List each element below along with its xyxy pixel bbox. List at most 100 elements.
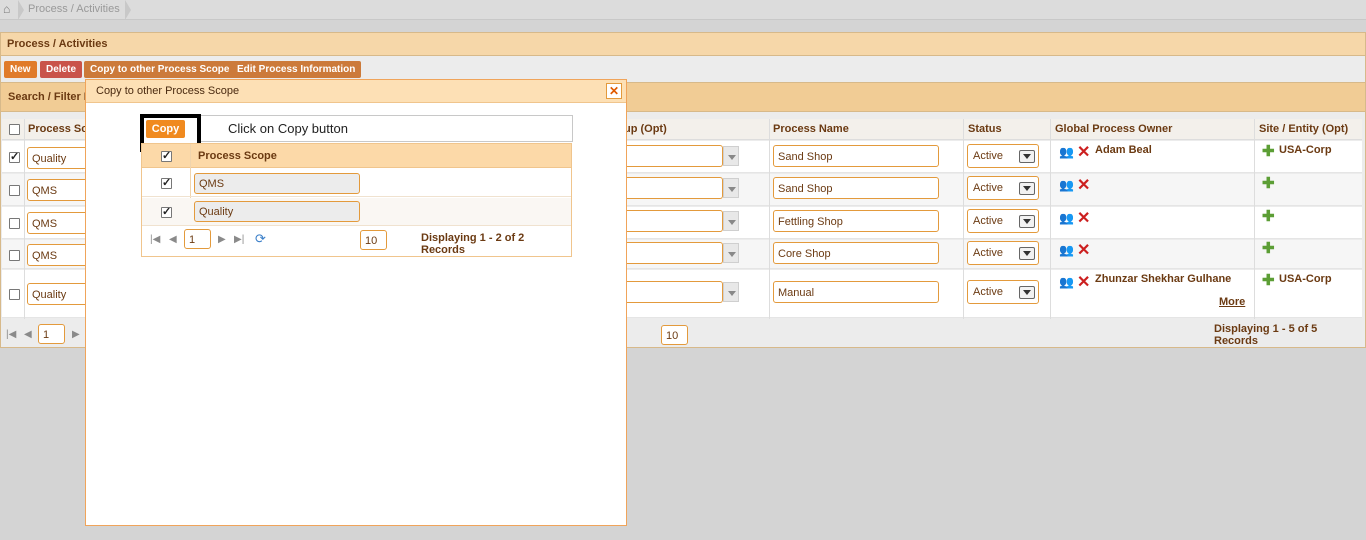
column-divider: [1050, 119, 1051, 319]
refresh-icon[interactable]: ⟳: [255, 231, 266, 247]
first-page-icon[interactable]: |◀: [150, 234, 160, 245]
col-process-group[interactable]: up (Opt): [624, 123, 667, 135]
column-divider: [1254, 119, 1255, 319]
add-site-icon[interactable]: ✚: [1262, 273, 1275, 288]
home-icon[interactable]: ⌂: [3, 3, 15, 15]
close-icon[interactable]: ✕: [606, 83, 622, 99]
process-name-field[interactable]: Fettling Shop: [773, 210, 939, 232]
more-link[interactable]: More: [1219, 296, 1245, 308]
page-number-input[interactable]: 1: [184, 229, 211, 249]
breadcrumb-separator: [125, 0, 131, 20]
first-page-icon[interactable]: |◀: [6, 329, 16, 340]
chevron-down-icon[interactable]: [1019, 286, 1035, 299]
next-page-icon[interactable]: ▶: [72, 329, 80, 340]
row-checkbox[interactable]: [9, 150, 20, 163]
page-size-input[interactable]: 10: [661, 325, 688, 345]
copy-scope-dialog: Copy to other Process Scope ✕ Copy Click…: [85, 79, 627, 526]
status-select[interactable]: Active: [967, 280, 1039, 304]
status-value: Active: [973, 247, 1003, 259]
process-name-field[interactable]: Core Shop: [773, 242, 939, 264]
site-name: USA-Corp: [1279, 273, 1332, 285]
status-select[interactable]: Active: [967, 144, 1039, 168]
process-group-dropdown[interactable]: [723, 243, 739, 263]
breadcrumb-separator: [18, 0, 24, 20]
instruction-text: Click on Copy button: [228, 121, 348, 136]
process-group-field[interactable]: [622, 145, 723, 167]
last-page-icon[interactable]: ▶|: [234, 234, 244, 245]
page-size-input[interactable]: 10: [360, 230, 387, 250]
process-group-field[interactable]: [622, 177, 723, 199]
dialog-title: Copy to other Process Scope: [96, 85, 240, 97]
dialog-header: Copy to other Process Scope ✕: [86, 80, 626, 103]
remove-owner-icon[interactable]: ✕: [1077, 275, 1090, 291]
column-divider: [963, 119, 964, 319]
edit-process-info-button[interactable]: Edit Process Information: [231, 61, 362, 78]
chevron-down-icon[interactable]: [1019, 247, 1035, 260]
list-item[interactable]: Quality: [142, 198, 571, 226]
copy-button[interactable]: Copy: [146, 120, 185, 138]
col-process-name[interactable]: Process Name: [773, 123, 849, 135]
add-owner-icon[interactable]: 👥: [1059, 276, 1074, 289]
copy-to-scope-button[interactable]: Copy to other Process Scope: [84, 61, 236, 78]
select-all-checkbox[interactable]: [9, 124, 20, 135]
col-process-scope[interactable]: Process Scope: [198, 150, 277, 162]
col-global-process-owner[interactable]: Global Process Owner: [1055, 123, 1172, 135]
chevron-down-icon[interactable]: [1019, 150, 1035, 163]
remove-owner-icon[interactable]: ✕: [1077, 243, 1090, 259]
column-divider: [24, 119, 25, 319]
col-site-entity[interactable]: Site / Entity (Opt): [1259, 123, 1348, 135]
site-name: USA-Corp: [1279, 144, 1332, 156]
process-group-field[interactable]: [622, 210, 723, 232]
owner-name: Adam Beal: [1095, 144, 1152, 156]
col-status[interactable]: Status: [968, 123, 1002, 135]
row-checkbox[interactable]: [9, 185, 20, 196]
breadcrumb-path[interactable]: Process / Activities: [28, 3, 120, 15]
owner-name: Zhunzar Shekhar Gulhane: [1095, 273, 1232, 285]
next-page-icon[interactable]: ▶: [218, 234, 226, 245]
add-site-icon[interactable]: ✚: [1262, 176, 1275, 191]
status-select[interactable]: Active: [967, 209, 1039, 233]
add-owner-icon[interactable]: 👥: [1059, 179, 1074, 192]
page-number-input[interactable]: 1: [38, 324, 65, 344]
scope-checkbox[interactable]: [161, 176, 172, 189]
status-select[interactable]: Active: [967, 176, 1039, 200]
remove-owner-icon[interactable]: ✕: [1077, 178, 1090, 194]
new-button[interactable]: New: [4, 61, 37, 78]
add-site-icon[interactable]: ✚: [1262, 144, 1275, 159]
process-name-field[interactable]: Manual: [773, 281, 939, 303]
remove-owner-icon[interactable]: ✕: [1077, 211, 1090, 227]
process-group-dropdown[interactable]: [723, 211, 739, 231]
add-owner-icon[interactable]: 👥: [1059, 146, 1074, 159]
row-checkbox[interactable]: [9, 289, 20, 300]
remove-owner-icon[interactable]: ✕: [1077, 145, 1090, 161]
panel-title: Process / Activities: [7, 38, 108, 50]
prev-page-icon[interactable]: ◀: [24, 329, 32, 340]
add-owner-icon[interactable]: 👥: [1059, 212, 1074, 225]
process-group-field[interactable]: [622, 281, 723, 303]
list-item[interactable]: QMS: [142, 169, 571, 197]
breadcrumb: ⌂ Process / Activities: [0, 0, 1366, 20]
add-owner-icon[interactable]: 👥: [1059, 244, 1074, 257]
chevron-down-icon[interactable]: [1019, 182, 1035, 195]
scope-grid: Process Scope QMS Quality |◀ ◀ 1 ▶ ▶| ⟳ …: [141, 143, 572, 257]
scope-checkbox[interactable]: [161, 205, 172, 218]
row-checkbox[interactable]: [9, 250, 20, 261]
status-value: Active: [973, 286, 1003, 298]
col-process-scope[interactable]: Process Sc: [28, 123, 87, 135]
process-group-dropdown[interactable]: [723, 146, 739, 166]
scope-grid-header: Process Scope: [142, 144, 571, 168]
process-group-dropdown[interactable]: [723, 178, 739, 198]
chevron-down-icon[interactable]: [1019, 215, 1035, 228]
row-checkbox[interactable]: [9, 218, 20, 229]
status-select[interactable]: Active: [967, 241, 1039, 265]
process-group-field[interactable]: [622, 242, 723, 264]
process-name-field[interactable]: Sand Shop: [773, 177, 939, 199]
add-site-icon[interactable]: ✚: [1262, 209, 1275, 224]
delete-button[interactable]: Delete: [40, 61, 83, 78]
select-all-scopes-checkbox[interactable]: [161, 149, 172, 162]
process-group-dropdown[interactable]: [723, 282, 739, 302]
process-name-field[interactable]: Sand Shop: [773, 145, 939, 167]
scope-field: QMS: [194, 173, 360, 194]
prev-page-icon[interactable]: ◀: [169, 234, 177, 245]
add-site-icon[interactable]: ✚: [1262, 241, 1275, 256]
